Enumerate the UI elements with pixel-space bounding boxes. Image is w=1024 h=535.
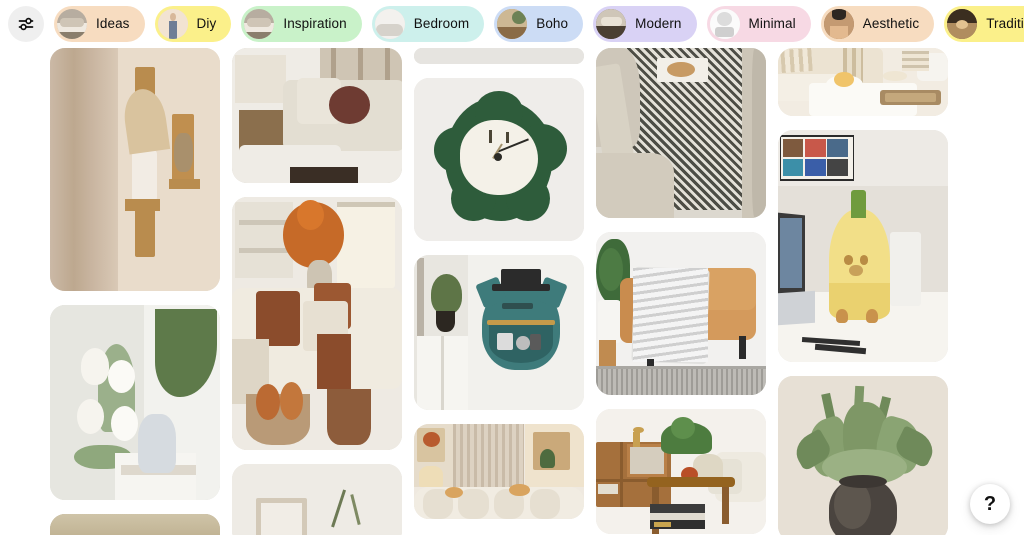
filter-chip-ideas[interactable]: Ideas (54, 6, 145, 42)
question-mark-icon: ? (983, 492, 997, 515)
filter-chip-diy[interactable]: Diy (154, 6, 232, 42)
sliders-icon (17, 15, 35, 33)
filter-chip-traditional-modern[interactable]: Traditional modern (944, 6, 1024, 42)
pin-image (778, 48, 948, 116)
chip-thumbnail (497, 9, 528, 39)
pin-card[interactable] (414, 255, 584, 410)
pin-image (232, 464, 402, 535)
pin-image (414, 48, 584, 64)
chip-thumbnail (374, 9, 405, 39)
pin-column (50, 48, 220, 535)
pin-image (596, 48, 766, 218)
pin-image (596, 232, 766, 395)
pin-image (596, 409, 766, 534)
chip-label: Inspiration (283, 16, 347, 32)
chip-thumbnail (57, 9, 87, 39)
chip-label: Minimal (748, 16, 796, 32)
chip-label: Bedroom (413, 16, 470, 32)
pin-image (414, 424, 584, 519)
pin-card[interactable] (778, 376, 948, 535)
help-button[interactable]: ? (970, 484, 1010, 524)
pin-grid[interactable] (0, 48, 1024, 535)
filter-chip-inspiration[interactable]: Inspiration (241, 6, 362, 42)
filter-chip-bar: Ideas Diy Inspiration Bedroom Boho Modern Mini… (0, 0, 1024, 48)
filter-chip-minimal[interactable]: Minimal (706, 6, 811, 42)
pin-card[interactable] (596, 48, 766, 218)
filter-chip-bedroom[interactable]: Bedroom (371, 6, 485, 42)
pin-card[interactable] (50, 514, 220, 535)
chip-label: Aesthetic (862, 16, 920, 32)
pin-image (232, 197, 402, 450)
pin-card[interactable] (414, 424, 584, 519)
chip-thumbnail (244, 9, 275, 39)
pin-card[interactable] (778, 48, 948, 116)
chip-label: Modern (635, 16, 682, 32)
pin-card[interactable] (778, 130, 948, 362)
filter-chip-aesthetic[interactable]: Aesthetic (820, 6, 935, 42)
chip-label: Diy (196, 16, 217, 32)
filter-chip-boho[interactable]: Boho (494, 6, 584, 42)
pin-card[interactable] (232, 464, 402, 535)
pin-image (414, 255, 584, 410)
pin-column (414, 48, 584, 533)
pin-column (778, 48, 948, 535)
pin-image (414, 78, 584, 241)
chip-label: Ideas (96, 16, 130, 32)
chip-thumbnail (709, 9, 740, 39)
pin-image (50, 48, 220, 291)
pin-card[interactable] (596, 409, 766, 534)
pin-card[interactable] (50, 305, 220, 500)
pin-card[interactable] (50, 48, 220, 291)
pin-card[interactable] (414, 48, 584, 64)
chip-thumbnail (596, 9, 627, 39)
pin-image (50, 305, 220, 500)
chip-thumbnail (947, 9, 978, 39)
pin-card[interactable] (232, 197, 402, 450)
chip-label: Boho (536, 16, 569, 32)
filter-chip-modern[interactable]: Modern (593, 6, 697, 42)
pin-card[interactable] (232, 48, 402, 183)
pin-image (232, 48, 402, 183)
chip-thumbnail (823, 9, 854, 39)
pin-card[interactable] (414, 78, 584, 241)
chip-thumbnail (157, 9, 188, 39)
filter-button[interactable] (8, 6, 44, 42)
pin-image (50, 514, 220, 535)
pin-image (778, 130, 948, 362)
pin-card[interactable] (596, 232, 766, 395)
pin-column (232, 48, 402, 535)
pin-image (778, 376, 948, 535)
chip-label: Traditional modern (986, 16, 1024, 32)
pin-column (596, 48, 766, 535)
app-root: Ideas Diy Inspiration Bedroom Boho Modern Mini… (0, 0, 1024, 535)
